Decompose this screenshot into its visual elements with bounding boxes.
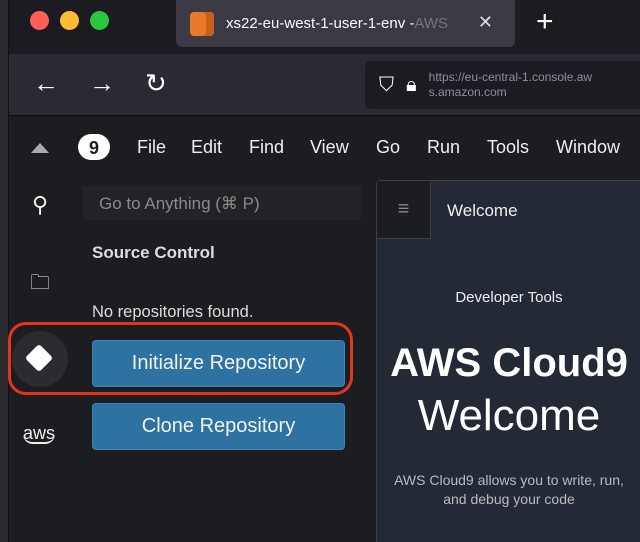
address-bar[interactable]: ⛉ 🔒︎ https://eu-central-1.console.aws.am… xyxy=(365,61,640,109)
welcome-heading: AWS Cloud9 xyxy=(390,341,628,385)
highlight-annotation xyxy=(8,322,353,395)
zoom-window-button[interactable] xyxy=(90,11,109,30)
tab-welcome[interactable]: Welcome xyxy=(447,201,518,221)
panel-title: Source Control xyxy=(92,243,215,262)
minimize-window-button[interactable] xyxy=(60,11,79,30)
collapse-menu-icon[interactable] xyxy=(31,143,49,153)
cloud9-logo-icon[interactable]: 9 xyxy=(78,134,110,160)
menu-view[interactable]: View xyxy=(310,137,349,158)
tab-menu-icon[interactable]: ≡ xyxy=(377,181,431,239)
shield-icon[interactable]: ⛉ xyxy=(379,74,394,97)
go-to-anything-input[interactable]: Go to Anything (⌘ P) xyxy=(83,186,361,220)
menu-find[interactable]: Find xyxy=(249,137,284,158)
back-arrow-icon[interactable]: ← xyxy=(33,68,59,99)
menu-window[interactable]: Window xyxy=(556,137,620,158)
tab-title-faded: AWS xyxy=(414,15,449,32)
cloud9-cube-icon xyxy=(190,11,214,36)
developer-text: Developer Tools xyxy=(455,289,563,306)
welcome-subheading: Welcome xyxy=(417,391,601,440)
lock-icon[interactable]: 🔒︎ xyxy=(406,74,417,97)
url-text: https://eu-central-1.console.aws.amazon.… xyxy=(428,70,593,99)
browser-tab[interactable]: xs22-eu-west-1-user-1-env - AWS ✕ xyxy=(176,0,515,47)
aws-icon[interactable]: aws xyxy=(23,424,56,444)
clone-repository-button[interactable]: Clone Repository xyxy=(92,403,345,450)
menu-tools[interactable]: Tools xyxy=(487,137,529,158)
reload-icon[interactable]: ↻ xyxy=(145,68,167,99)
close-window-button[interactable] xyxy=(30,11,49,30)
tab-title: xs22-eu-west-1-user-1-env - xyxy=(226,15,415,32)
menu-go[interactable]: Go xyxy=(376,137,400,158)
menu-edit[interactable]: Edit xyxy=(191,137,222,158)
new-tab-button[interactable]: + xyxy=(536,5,554,39)
folder-icon[interactable]: 🗀 xyxy=(27,268,53,294)
editor-pane: ≡ Welcome Developer Tools AWS Cloud9 Wel… xyxy=(376,180,640,542)
menu-run[interactable]: Run xyxy=(427,137,460,158)
menu-file[interactable]: File xyxy=(137,137,166,158)
forward-arrow-icon[interactable]: → xyxy=(89,68,115,99)
search-icon[interactable]: ⚲ xyxy=(27,192,53,218)
empty-state-text: No repositories found. xyxy=(92,303,254,321)
close-tab-icon[interactable]: ✕ xyxy=(478,12,493,33)
welcome-body: AWS Cloud9 allows you to write, run, and… xyxy=(394,472,624,507)
background-window-edge xyxy=(0,0,9,542)
